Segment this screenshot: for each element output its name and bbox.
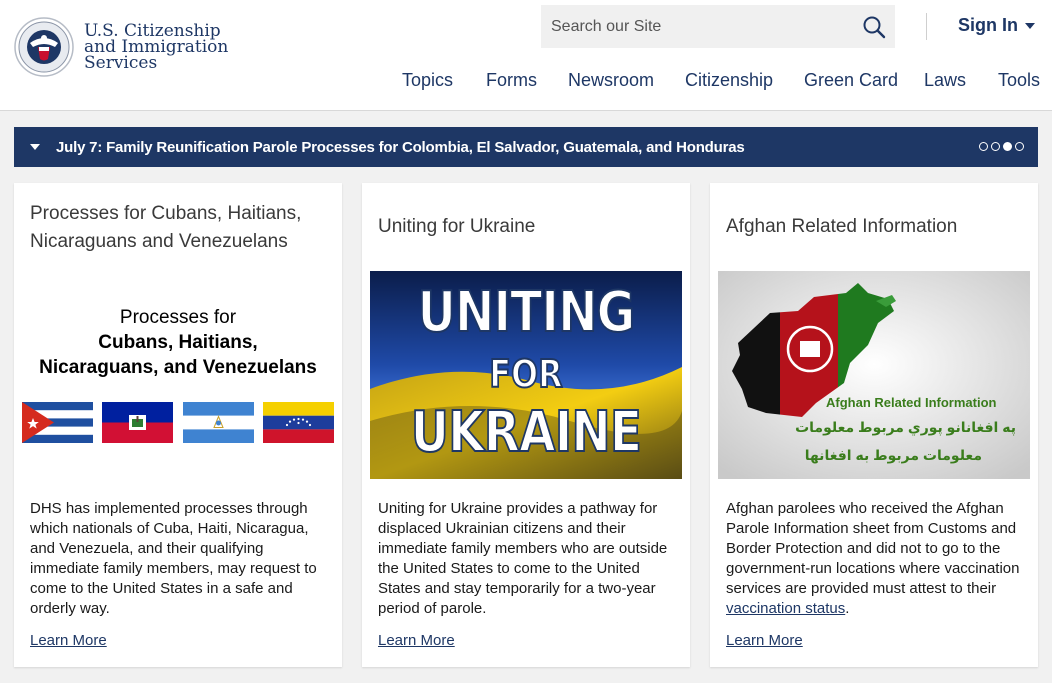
agency-name-line3: Services — [84, 53, 158, 73]
chnv-image: Processes for Cubans, Haitians, Nicaragu… — [22, 271, 334, 479]
learn-more-link[interactable]: Learn More — [378, 632, 455, 649]
ukraine-image-line1: UNITING — [417, 280, 636, 345]
nav-topics[interactable]: Topics — [402, 70, 453, 91]
alert-text[interactable]: July 7: Family Reunification Parole Proc… — [56, 139, 745, 156]
description-text: Afghan parolees who received the Afghan … — [726, 500, 1020, 597]
sign-in-label: Sign In — [958, 15, 1018, 35]
image-heading: Nicaraguans, and Venezuelans — [39, 357, 317, 378]
caret-down-icon — [1025, 22, 1035, 29]
slide-dot[interactable] — [979, 142, 988, 151]
nav-forms[interactable]: Forms — [486, 70, 537, 91]
card-afghan: Afghan Related Information Afghan Relate… — [710, 183, 1038, 667]
card-ukraine: Uniting for Ukraine UNITING FOR UKRAINE … — [362, 183, 690, 667]
description-text: . — [845, 600, 850, 617]
venezuela-flag-icon — [263, 402, 334, 443]
ukraine-image-line2: FOR — [488, 352, 563, 396]
ukraine-image: UNITING FOR UKRAINE — [370, 271, 682, 479]
afghan-image: Afghan Related Information په افغانانو پ… — [718, 271, 1030, 479]
slide-dot[interactable] — [991, 142, 1000, 151]
cuba-flag-icon — [22, 402, 93, 443]
card-title: Afghan Related Information — [726, 216, 958, 237]
dhs-seal-icon — [14, 17, 74, 77]
ukraine-image-line3: UKRAINE — [410, 400, 643, 465]
card-title: Uniting for Ukraine — [378, 216, 536, 237]
card-description: Afghan parolees who received the Afghan … — [726, 499, 1026, 619]
vaccination-status-link[interactable]: vaccination status — [726, 600, 845, 617]
caret-down-icon[interactable] — [30, 144, 40, 150]
main-nav: Topics Forms Newsroom Citizenship Green … — [0, 70, 1052, 92]
image-heading: Processes for — [119, 307, 237, 328]
card-description: DHS has implemented processes through wh… — [30, 500, 317, 617]
search-input[interactable] — [541, 5, 851, 48]
site-search — [541, 5, 895, 48]
learn-more-link[interactable]: Learn More — [726, 632, 803, 649]
slide-dot[interactable] — [1015, 142, 1024, 151]
slide-dot-active[interactable] — [1003, 142, 1012, 151]
nav-newsroom[interactable]: Newsroom — [568, 70, 654, 91]
card-chnv: Processes for Cubans, Haitians, Nicaragu… — [14, 183, 342, 667]
learn-more-link[interactable]: Learn More — [30, 632, 107, 649]
header-divider — [926, 13, 927, 40]
card-description: Uniting for Ukraine provides a pathway f… — [378, 500, 668, 617]
alert-banner[interactable]: July 7: Family Reunification Parole Proc… — [14, 127, 1038, 167]
nav-green-card[interactable]: Green Card — [804, 70, 898, 91]
afghan-image-line2: په افغانانو پوري مربوط معلومات — [795, 419, 1016, 435]
card-title: Processes for Cubans, Haitians, Nicaragu… — [30, 203, 302, 252]
nav-laws[interactable]: Laws — [924, 70, 966, 91]
agency-name: U.S. Citizenship and Immigration Service… — [84, 23, 228, 73]
afghan-image-line3: معلومات مربوط به افغانها — [804, 447, 982, 463]
nav-tools[interactable]: Tools — [998, 70, 1040, 91]
nicaragua-flag-icon — [183, 402, 254, 443]
sign-in-button[interactable]: Sign In — [958, 15, 1035, 36]
site-header: U.S. Citizenship and Immigration Service… — [0, 0, 1052, 111]
image-heading: Cubans, Haitians, — [98, 332, 258, 353]
nav-citizenship[interactable]: Citizenship — [685, 70, 773, 91]
haiti-flag-icon — [102, 402, 173, 443]
uscis-logo[interactable]: U.S. Citizenship and Immigration Service… — [14, 16, 234, 78]
slide-indicators — [979, 142, 1024, 151]
afghan-image-line1: Afghan Related Information — [826, 395, 997, 410]
search-icon[interactable] — [861, 14, 887, 40]
